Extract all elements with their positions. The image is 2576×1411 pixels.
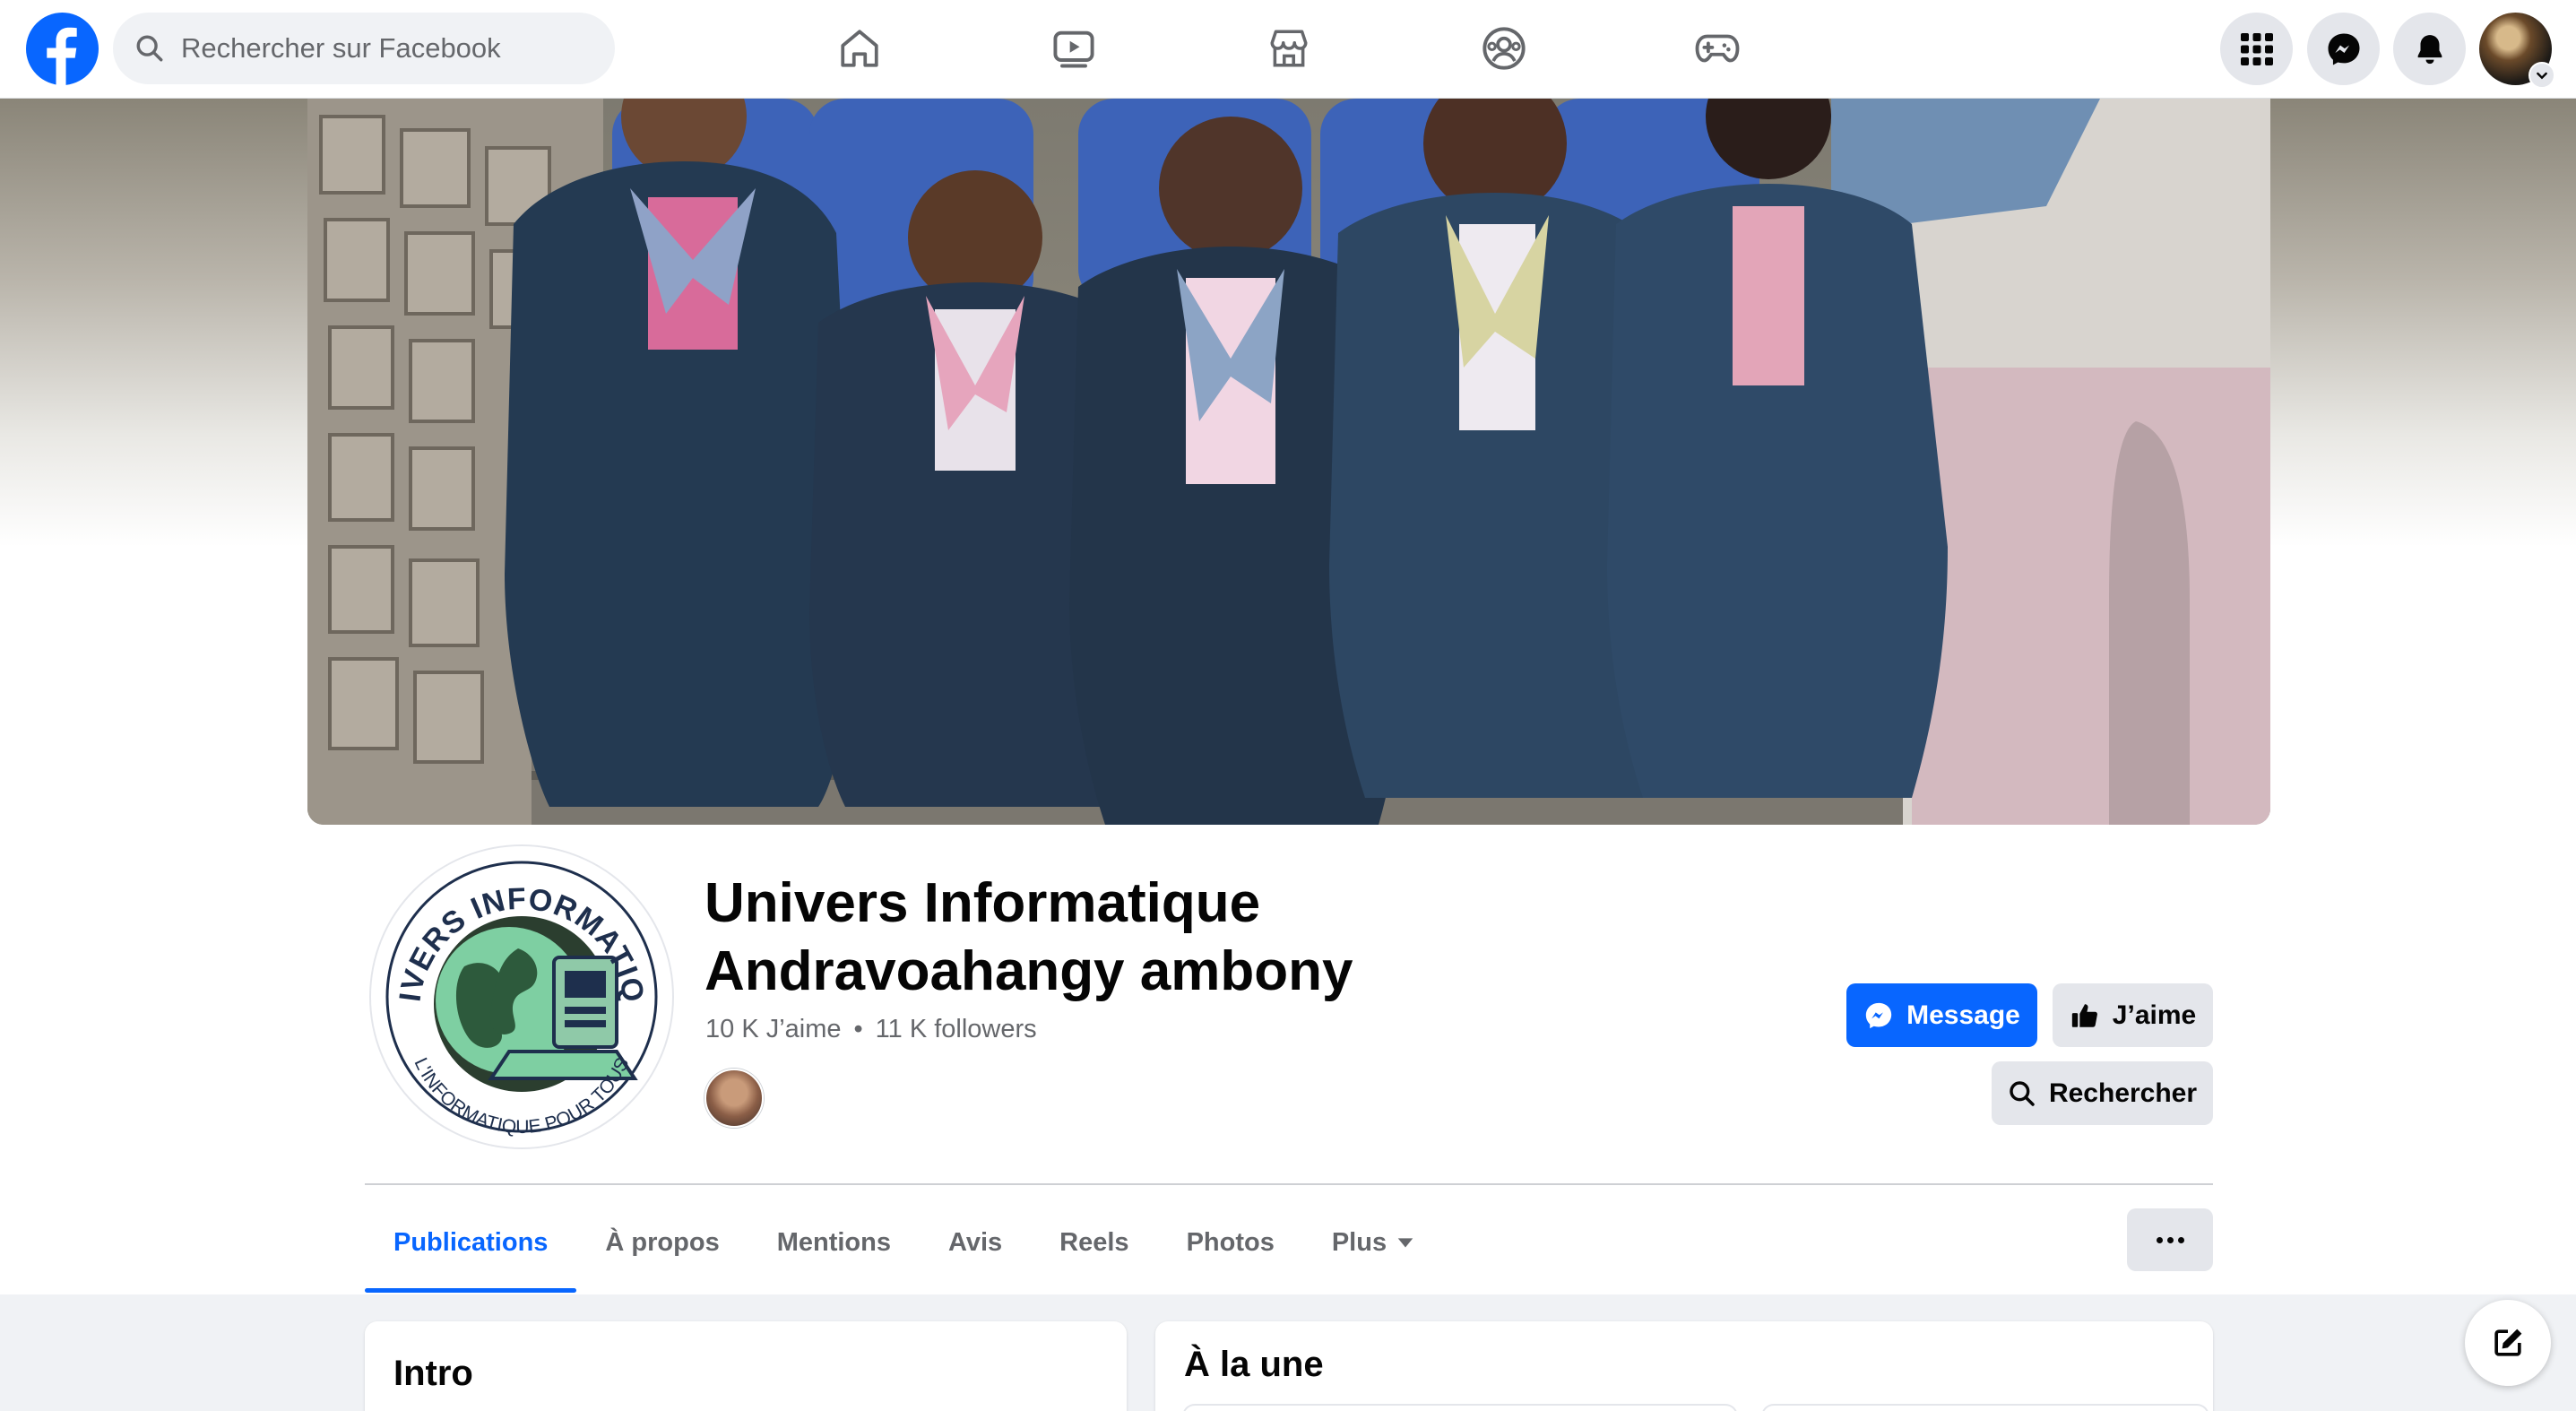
page-title-line2: Andravoahangy ambony bbox=[705, 940, 1353, 1002]
more-dot-icon bbox=[2156, 1236, 2163, 1243]
cover-photo[interactable] bbox=[307, 99, 2270, 825]
groups-icon bbox=[1482, 27, 1526, 70]
messenger-button[interactable] bbox=[2307, 13, 2380, 85]
cover-photo-illustration bbox=[307, 99, 2270, 825]
more-dot-icon bbox=[2166, 1236, 2174, 1243]
thumbs-up-icon bbox=[2071, 1003, 2097, 1027]
intro-title: Intro bbox=[393, 1354, 473, 1393]
notifications-button[interactable] bbox=[2393, 13, 2466, 85]
likes-count-link[interactable]: 10 K J’aime bbox=[705, 1015, 842, 1044]
new-message-button[interactable] bbox=[2465, 1300, 2551, 1386]
top-navigation-bar: Rechercher sur Facebook bbox=[0, 0, 2576, 99]
apps-grid-icon bbox=[2240, 32, 2273, 65]
nav-marketplace[interactable] bbox=[1264, 23, 1314, 74]
marketplace-icon bbox=[1270, 30, 1308, 67]
tab-label: Reels bbox=[1059, 1227, 1129, 1257]
stats-separator: • bbox=[853, 1015, 863, 1043]
messenger-icon bbox=[2328, 33, 2359, 65]
more-options-button[interactable] bbox=[2127, 1208, 2213, 1271]
nav-video[interactable] bbox=[1049, 23, 1099, 74]
page-title-line1: Univers Informatique bbox=[705, 872, 1261, 934]
nav-groups[interactable] bbox=[1479, 23, 1529, 74]
notifications-bell-icon bbox=[2417, 34, 2442, 64]
account-menu-chevron[interactable] bbox=[2528, 62, 2555, 89]
followers-count-link[interactable]: 11 K followers bbox=[876, 1015, 1037, 1044]
account-avatar[interactable] bbox=[2479, 13, 2555, 89]
page-title: Univers Informatique Andravoahangy ambon… bbox=[705, 870, 1511, 1006]
menu-button[interactable] bbox=[2220, 13, 2293, 85]
tab-label: Plus bbox=[1331, 1227, 1387, 1257]
more-dot-icon bbox=[2177, 1236, 2184, 1243]
message-button[interactable]: Message bbox=[1846, 983, 2037, 1047]
messenger-icon bbox=[1865, 1002, 1892, 1028]
tab-avis[interactable]: Avis bbox=[920, 1192, 1031, 1293]
follower-avatar[interactable] bbox=[705, 1069, 764, 1128]
video-icon bbox=[1053, 30, 1094, 68]
tab-label: Photos bbox=[1186, 1227, 1275, 1257]
page-stats: 10 K J’aime • 11 K followers bbox=[705, 1015, 1037, 1044]
tab-a-propos[interactable]: À propos bbox=[576, 1192, 748, 1293]
page-tabs: Publications À propos Mentions Avis Reel… bbox=[365, 1192, 1444, 1293]
tab-reels[interactable]: Reels bbox=[1031, 1192, 1157, 1293]
tab-photos[interactable]: Photos bbox=[1158, 1192, 1303, 1293]
caret-down-icon bbox=[1397, 1238, 1413, 1248]
intro-card: Intro bbox=[365, 1321, 1127, 1411]
like-button[interactable]: J’aime bbox=[2053, 983, 2213, 1047]
nav-home[interactable] bbox=[834, 23, 885, 74]
gaming-icon bbox=[1695, 34, 1740, 63]
featured-card: À la une bbox=[1155, 1321, 2213, 1411]
search-page-button[interactable]: Rechercher bbox=[1992, 1061, 2213, 1125]
tab-label: Publications bbox=[393, 1227, 549, 1257]
page-profile-picture[interactable]: UNIVERS INFORMATIQUE L'INFORMATIQUE POUR… bbox=[371, 846, 672, 1147]
tab-label: Mentions bbox=[776, 1227, 891, 1257]
tab-plus[interactable]: Plus bbox=[1303, 1192, 1444, 1293]
facebook-logo-icon[interactable] bbox=[26, 13, 99, 85]
tab-label: Avis bbox=[947, 1227, 1003, 1257]
search-icon bbox=[136, 35, 163, 62]
tab-mentions[interactable]: Mentions bbox=[748, 1192, 920, 1293]
search-bar[interactable]: Rechercher sur Facebook bbox=[113, 13, 615, 84]
like-button-label: J’aime bbox=[2112, 1000, 2197, 1030]
featured-title: À la une bbox=[1184, 1345, 1324, 1384]
compose-icon bbox=[2494, 1329, 2522, 1356]
message-button-label: Message bbox=[1906, 1000, 2020, 1030]
univers-informatique-logo: UNIVERS INFORMATIQUE L'INFORMATIQUE POUR… bbox=[375, 850, 667, 1142]
home-icon bbox=[841, 30, 878, 67]
search-icon bbox=[2010, 1080, 2035, 1106]
featured-item[interactable] bbox=[1761, 1404, 2209, 1411]
tab-label: À propos bbox=[605, 1227, 720, 1257]
search-input[interactable]: Rechercher sur Facebook bbox=[181, 32, 501, 65]
featured-item[interactable] bbox=[1182, 1404, 1738, 1411]
tab-publications[interactable]: Publications bbox=[365, 1192, 577, 1293]
search-page-button-label: Rechercher bbox=[2048, 1078, 2198, 1108]
chevron-down-icon bbox=[2537, 72, 2547, 80]
nav-gaming[interactable] bbox=[1692, 23, 1742, 74]
header-divider bbox=[365, 1183, 2213, 1185]
